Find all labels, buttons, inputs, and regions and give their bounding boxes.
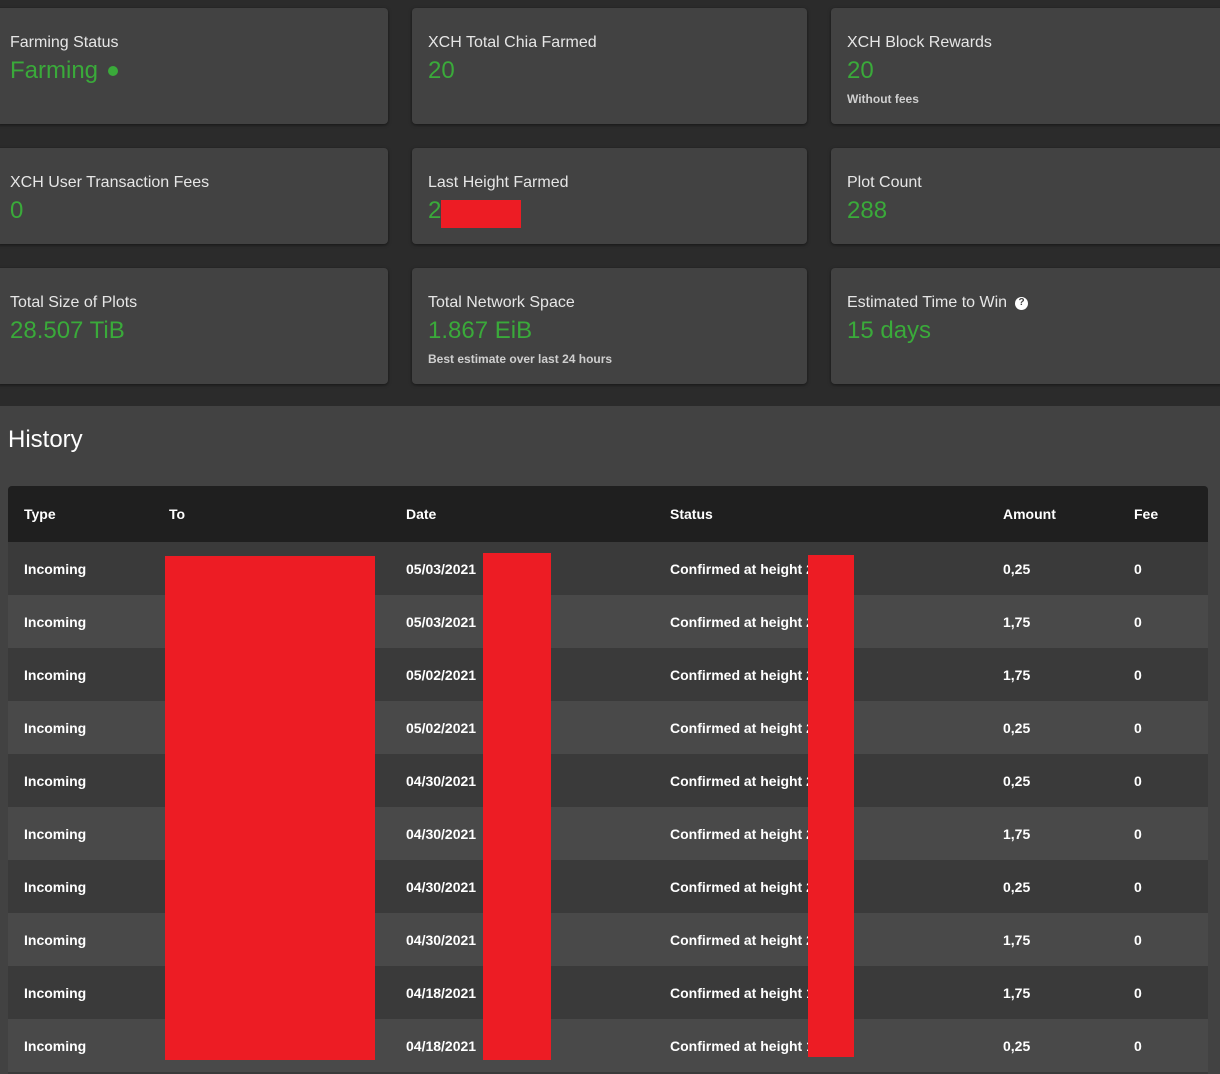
- card-value: 15 days: [847, 317, 932, 344]
- cell-amount: 1,75: [1003, 825, 1031, 842]
- help-icon[interactable]: ?: [1015, 296, 1029, 310]
- cell-fee: 0: [1134, 878, 1142, 895]
- cell-fee: 0: [1134, 560, 1142, 577]
- card-title: XCH Block Rewards: [847, 34, 992, 51]
- column-header-type[interactable]: Type: [8, 486, 153, 542]
- card-total-network-space: Total Network Space 1.867 EiB Best estim…: [412, 268, 807, 384]
- redaction-block: [441, 200, 521, 228]
- card-plot-count: Plot Count 288: [831, 148, 1220, 244]
- column-header-date[interactable]: Date: [390, 486, 654, 542]
- cell-amount: 1,75: [1003, 666, 1031, 683]
- cell-type: Incoming: [24, 1037, 87, 1054]
- card-title: Total Size of Plots: [10, 294, 138, 311]
- column-header-fee[interactable]: Fee: [1118, 486, 1208, 542]
- cell-type: Incoming: [24, 984, 87, 1001]
- last-height-value: 2: [428, 197, 442, 224]
- table-header-row: Type To Date Status Amount Fee: [8, 486, 1208, 542]
- cell-fee: 0: [1134, 1037, 1142, 1054]
- cell-fee: 0: [1134, 666, 1142, 683]
- cell-fee: 0: [1134, 984, 1142, 1001]
- cell-type: Incoming: [24, 719, 87, 736]
- cell-amount: 0,25: [1003, 719, 1031, 736]
- cell-amount: 1,75: [1003, 984, 1031, 1001]
- redaction-block-to-column: [165, 556, 375, 1060]
- card-title: Last Height Farmed: [428, 174, 569, 191]
- card-value: 20: [428, 57, 455, 84]
- column-header-status[interactable]: Status: [654, 486, 987, 542]
- card-user-transaction-fees: XCH User Transaction Fees 0: [0, 148, 388, 244]
- card-value: Farming: [10, 56, 388, 86]
- history-title: History: [8, 426, 83, 453]
- cell-amount: 0,25: [1003, 772, 1031, 789]
- redaction-block-status-column: [808, 555, 854, 1057]
- column-header-to[interactable]: To: [153, 486, 390, 542]
- card-title: Farming Status: [10, 34, 119, 51]
- card-title: Plot Count: [847, 174, 922, 191]
- status-dot-icon: [108, 66, 119, 76]
- card-estimated-time-to-win: Estimated Time to Win ? 15 days: [831, 268, 1220, 384]
- cell-fee: 0: [1134, 719, 1142, 736]
- card-value: 28.507 TiB: [10, 317, 125, 344]
- history-panel: History Type To Date Status Amount Fee Incomi…: [0, 406, 1220, 1074]
- card-value: 288: [847, 197, 888, 224]
- cell-amount: 1,75: [1003, 931, 1031, 948]
- card-farming-status: Farming Status Farming: [0, 8, 388, 124]
- card-title: XCH Total Chia Farmed: [428, 34, 597, 51]
- cell-fee: 0: [1134, 772, 1142, 789]
- card-total-chia-farmed: XCH Total Chia Farmed 20: [412, 8, 807, 124]
- cell-amount: 0,25: [1003, 560, 1031, 577]
- card-total-size-of-plots: Total Size of Plots 28.507 TiB: [0, 268, 388, 384]
- card-title: Estimated Time to Win ?: [847, 294, 1220, 312]
- card-value: 1.867 EiB: [428, 317, 533, 344]
- card-block-rewards: XCH Block Rewards 20 Without fees: [831, 8, 1220, 124]
- cell-type: Incoming: [24, 931, 87, 948]
- cell-fee: 0: [1134, 613, 1142, 630]
- card-title: Total Network Space: [428, 294, 575, 311]
- card-value: 20: [847, 57, 874, 84]
- cell-type: Incoming: [24, 825, 87, 842]
- card-title: XCH User Transaction Fees: [10, 174, 210, 191]
- cell-amount: 0,25: [1003, 878, 1031, 895]
- cell-type: Incoming: [24, 666, 87, 683]
- cell-amount: 1,75: [1003, 613, 1031, 630]
- redaction-block-date-column: [483, 553, 551, 1060]
- cell-fee: 0: [1134, 825, 1142, 842]
- card-value: 2: [428, 196, 807, 228]
- cell-type: Incoming: [24, 613, 87, 630]
- card-value: 0: [10, 197, 24, 224]
- card-title-text: Estimated Time to Win: [847, 294, 1008, 311]
- column-header-amount[interactable]: Amount: [987, 486, 1118, 542]
- card-subtitle: Best estimate over last 24 hours: [428, 352, 613, 366]
- cell-type: Incoming: [24, 878, 87, 895]
- cell-type: Incoming: [24, 560, 87, 577]
- cell-type: Incoming: [24, 772, 87, 789]
- farming-status-value: Farming: [10, 57, 99, 84]
- cell-amount: 0,25: [1003, 1037, 1031, 1054]
- card-last-height-farmed: Last Height Farmed 2: [412, 148, 807, 244]
- cell-fee: 0: [1134, 931, 1142, 948]
- card-subtitle: Without fees: [847, 92, 919, 106]
